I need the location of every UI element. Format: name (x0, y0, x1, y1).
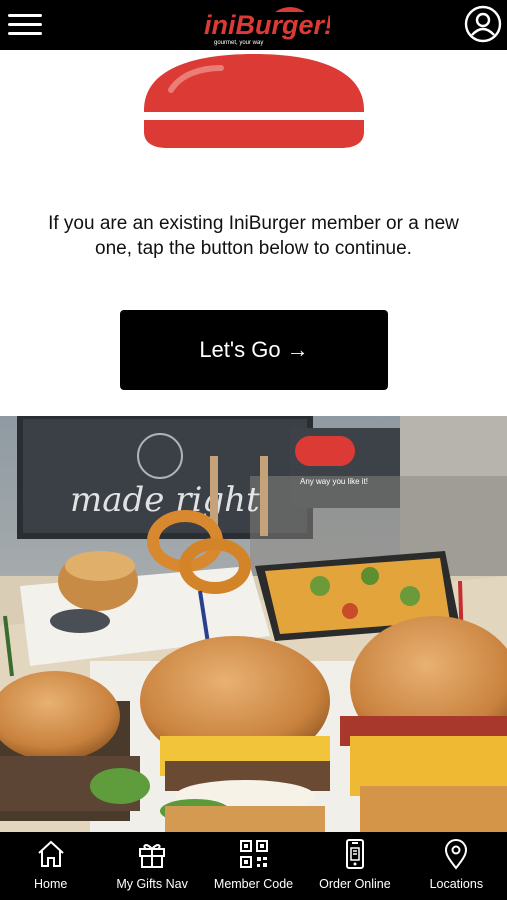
brand-tagline: gourmet, your way (214, 40, 263, 46)
nav-home-label: Home (34, 877, 68, 891)
sign-text-2: Any way you like it! (300, 477, 368, 486)
burger-bun-graphic (144, 54, 364, 148)
nav-locations[interactable]: Locations (406, 832, 507, 900)
sign-text: made right (70, 480, 260, 520)
lets-go-button[interactable]: Let's Go → (120, 310, 388, 390)
food-photo: made right Any way you like it! (0, 416, 507, 832)
nav-member-code[interactable]: Member Code (203, 832, 304, 900)
hamburger-menu-icon[interactable] (8, 12, 44, 38)
gift-icon (139, 844, 166, 868)
bottom-navigation: Home My Gifts Nav Member Code Order Onli… (0, 832, 507, 900)
intro-text: If you are an existing IniBurger member … (48, 213, 459, 259)
nav-locations-label: Locations (429, 877, 484, 891)
brand-name: iniBurger! (204, 10, 330, 40)
nav-member-code-label: Member Code (213, 877, 294, 891)
nav-order-online[interactable]: Order Online (304, 832, 405, 900)
nav-my-gifts[interactable]: My Gifts Nav (101, 832, 202, 900)
location-pin-icon (445, 839, 468, 870)
brand-logo: iniBurger! gourmet, your way (204, 7, 330, 46)
nav-home[interactable]: Home (0, 832, 101, 900)
phone-order-icon (345, 839, 364, 869)
nav-order-online-label: Order Online (319, 877, 391, 891)
nav-my-gifts-label: My Gifts Nav (116, 877, 188, 891)
home-icon (38, 840, 64, 867)
top-bar: iniBurger! gourmet, your way (0, 0, 507, 50)
qr-code-icon (239, 840, 268, 868)
user-account-icon[interactable] (464, 5, 502, 43)
